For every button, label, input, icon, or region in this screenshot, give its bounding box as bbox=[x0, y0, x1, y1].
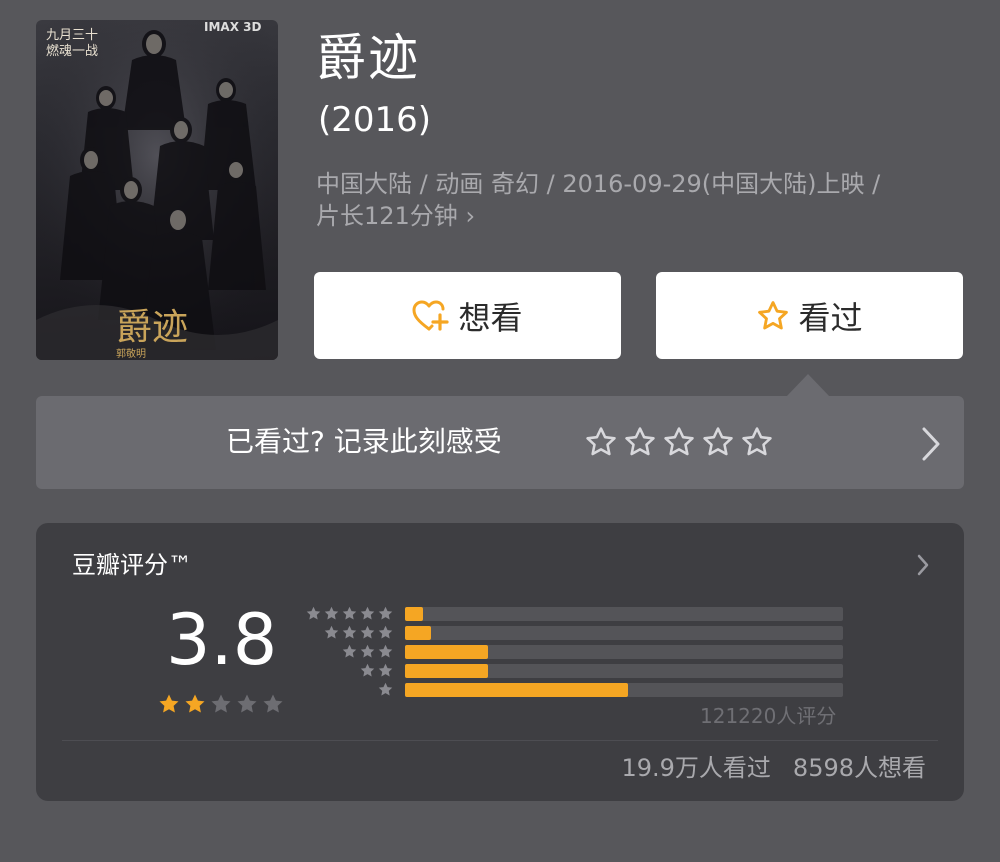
rate-star-icon[interactable] bbox=[662, 425, 696, 459]
distribution-row-5-star bbox=[306, 604, 846, 623]
small-star-icon bbox=[324, 606, 339, 620]
movie-year: (2016) bbox=[318, 100, 432, 140]
poster-credit: 郭敬明 bbox=[116, 349, 146, 360]
poster-imax-label: IMAX 3D bbox=[204, 20, 262, 34]
rating-chevron-icon[interactable] bbox=[916, 554, 930, 576]
meta-line-1: 中国大陆 / 动画 奇幻 / 2016-09-29(中国大陆)上映 / bbox=[316, 170, 881, 198]
small-star-icon bbox=[342, 606, 357, 620]
want-count: 8598人想看 bbox=[792, 754, 926, 782]
distribution-bar bbox=[405, 664, 488, 678]
rating-label: 豆瓣评分™ bbox=[72, 551, 192, 579]
small-star-icon bbox=[360, 606, 375, 620]
distribution-track bbox=[405, 607, 843, 621]
distribution-track bbox=[405, 664, 843, 678]
rate-star-icon[interactable] bbox=[584, 425, 618, 459]
rate-bar-pointer bbox=[786, 374, 830, 397]
meta-duration: 片长121分钟 bbox=[316, 202, 458, 230]
want-to-watch-button[interactable]: 想看 bbox=[314, 272, 621, 359]
small-star-icon bbox=[360, 625, 375, 639]
want-to-watch-label: 想看 bbox=[458, 298, 523, 337]
small-star-icon bbox=[342, 625, 357, 639]
small-star-icon bbox=[306, 606, 321, 620]
movie-title: 爵迹 bbox=[316, 29, 420, 87]
score-star-filled-icon bbox=[185, 694, 205, 713]
seen-count: 19.9万人看过 bbox=[621, 754, 771, 782]
rating-score: 3.8 bbox=[166, 599, 278, 681]
small-star-icon bbox=[342, 644, 357, 658]
rate-star-icon[interactable] bbox=[623, 425, 657, 459]
rating-count: 121220人评分 bbox=[700, 704, 837, 728]
watched-button[interactable]: 看过 bbox=[656, 272, 963, 359]
score-star-empty-icon bbox=[263, 694, 283, 713]
heart-plus-icon bbox=[412, 300, 450, 331]
poster-tagline: 九月三十 燃魂一战 bbox=[46, 28, 99, 59]
small-star-icon bbox=[378, 606, 393, 620]
distribution-row-2-star bbox=[306, 661, 846, 680]
small-star-icon bbox=[360, 663, 375, 677]
watched-label: 看过 bbox=[798, 298, 863, 337]
distribution-bar bbox=[405, 645, 488, 659]
distribution-row-stars bbox=[305, 605, 394, 622]
movie-meta[interactable]: 中国大陆 / 动画 奇幻 / 2016-09-29(中国大陆)上映 / 片长12… bbox=[316, 168, 966, 232]
rate-prompt-text: 已看过? 记录此刻感受 bbox=[226, 425, 502, 458]
distribution-bar bbox=[405, 683, 628, 697]
distribution-bar bbox=[405, 626, 431, 640]
score-star-empty-icon bbox=[211, 694, 231, 713]
small-star-icon bbox=[360, 644, 375, 658]
rate-star-icon[interactable] bbox=[701, 425, 735, 459]
small-star-icon bbox=[378, 663, 393, 677]
small-star-icon bbox=[378, 625, 393, 639]
distribution-row-stars bbox=[359, 662, 394, 679]
score-star-filled-icon bbox=[159, 694, 179, 713]
distribution-track bbox=[405, 626, 843, 640]
distribution-row-1-star bbox=[306, 680, 846, 699]
small-star-icon bbox=[378, 682, 393, 696]
rating-score-stars bbox=[157, 692, 285, 716]
movie-poster[interactable]: 九月三十 燃魂一战 IMAX 3D 爵迹 郭敬明 bbox=[36, 20, 278, 360]
small-star-icon bbox=[378, 644, 393, 658]
distribution-row-stars bbox=[323, 624, 394, 641]
chevron-right-icon[interactable] bbox=[920, 426, 942, 462]
meta-line-2: 片长121分钟 › bbox=[316, 200, 966, 232]
distribution-row-4-star bbox=[306, 623, 846, 642]
rate-star-icon[interactable] bbox=[740, 425, 774, 459]
rate-stars-group[interactable] bbox=[584, 425, 774, 459]
poster-title-art: 爵迹 bbox=[116, 307, 189, 348]
distribution-row-stars bbox=[341, 643, 394, 660]
stats-row: 19.9万人看过 8598人想看 bbox=[621, 751, 926, 785]
star-outline-icon bbox=[758, 300, 789, 329]
distribution-bar bbox=[405, 607, 423, 621]
meta-chevron-icon: › bbox=[465, 202, 476, 230]
distribution-row-stars bbox=[377, 681, 394, 698]
small-star-icon bbox=[324, 625, 339, 639]
distribution-row-3-star bbox=[306, 642, 846, 661]
divider bbox=[62, 740, 938, 741]
distribution-track bbox=[405, 645, 843, 659]
distribution-track bbox=[405, 683, 843, 697]
score-star-empty-icon bbox=[237, 694, 257, 713]
